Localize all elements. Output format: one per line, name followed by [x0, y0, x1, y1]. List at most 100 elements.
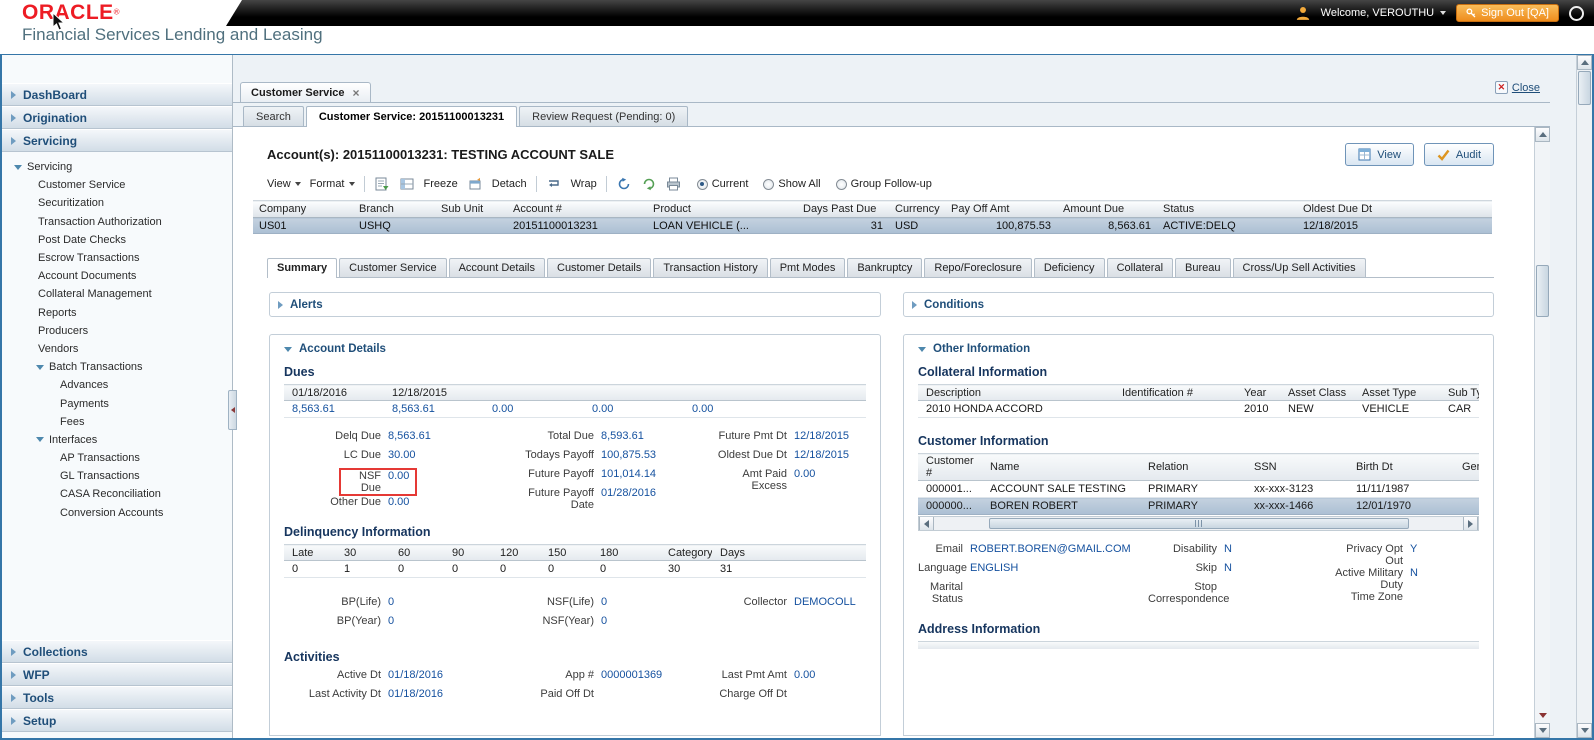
col-amount-due[interactable]: Amount Due: [1057, 200, 1157, 218]
view-button[interactable]: View: [1345, 143, 1414, 166]
radio-current[interactable]: Current: [696, 178, 748, 190]
tab-repo-foreclosure[interactable]: Repo/Foreclosure: [924, 258, 1032, 277]
radio-group-follow-up[interactable]: Group Follow-up: [835, 178, 932, 190]
col-days-past-due[interactable]: Days Past Due: [797, 200, 889, 218]
export-icon[interactable]: [374, 176, 390, 192]
tab-cross-up-sell[interactable]: Cross/Up Sell Activities: [1232, 258, 1366, 277]
scroll-right-button[interactable]: [1463, 517, 1478, 530]
scroll-down-button[interactable]: [1535, 723, 1550, 738]
sidebar-group-servicing[interactable]: Servicing: [2, 129, 232, 152]
tab-deficiency[interactable]: Deficiency: [1033, 258, 1105, 277]
sidebar-collapse-handle[interactable]: [228, 390, 237, 430]
scroll-up-button[interactable]: [1577, 55, 1592, 70]
sidebar-item-post-date-checks[interactable]: Post Date Checks: [38, 231, 232, 249]
panel-expand-marker[interactable]: [1537, 710, 1548, 721]
sidebar-item-ap-transactions[interactable]: AP Transactions: [60, 449, 232, 467]
tree-node-batch-transactions[interactable]: Batch Transactions: [36, 358, 232, 376]
sidebar-item-reports[interactable]: Reports: [38, 304, 232, 322]
col-oldest-due-dt[interactable]: Oldest Due Dt: [1297, 200, 1492, 218]
title-buttons: View Audit: [1345, 143, 1494, 166]
tab-close-icon[interactable]: ×: [353, 87, 360, 99]
audit-button[interactable]: Audit: [1423, 143, 1494, 166]
detach-label[interactable]: Detach: [492, 178, 527, 190]
scroll-left-button[interactable]: [919, 517, 934, 530]
welcome-menu[interactable]: Welcome, VEROUTHU: [1321, 7, 1447, 19]
view-menu[interactable]: View: [267, 178, 301, 190]
sidebar-group-dashboard[interactable]: DashBoard: [2, 83, 232, 106]
profile-icon[interactable]: [1569, 5, 1584, 21]
col-branch[interactable]: Branch: [353, 200, 435, 218]
tab-summary[interactable]: Summary: [267, 258, 338, 278]
customer-row-selected[interactable]: 000000... BOREN ROBERT PRIMARY xx-xxx-14…: [918, 497, 1479, 515]
chevron-right-icon: [11, 670, 16, 679]
sidebar-group-origination[interactable]: Origination: [2, 106, 232, 129]
detach-icon[interactable]: [467, 176, 483, 192]
tab-account-details[interactable]: Account Details: [448, 258, 545, 277]
col-product[interactable]: Product: [647, 200, 797, 218]
col-currency[interactable]: Currency: [889, 200, 945, 218]
sidebar-item-conversion-accounts[interactable]: Conversion Accounts: [60, 504, 232, 522]
sidebar-group-tools[interactable]: Tools: [2, 686, 232, 709]
accounts-table: Company Branch Sub Unit Account # Produc…: [253, 200, 1492, 234]
sidebar-item-transaction-authorization[interactable]: Transaction Authorization: [38, 213, 232, 231]
tree-node-interfaces[interactable]: Interfaces: [36, 431, 232, 449]
sidebar-group-collections[interactable]: Collections: [2, 640, 232, 663]
tab-customer-service[interactable]: Customer Service ×: [240, 82, 371, 102]
dues-fields: Delq Due 8,563.61 LC Due 30.00 NSF Due 0.00…: [284, 430, 866, 515]
sidebar-item-customer-service[interactable]: Customer Service: [38, 176, 232, 194]
sidebar-item-fees[interactable]: Fees: [60, 413, 232, 431]
col-status[interactable]: Status: [1157, 200, 1297, 218]
alerts-panel[interactable]: Alerts: [269, 292, 881, 317]
sidebar-item-casa-reconciliation[interactable]: CASA Reconciliation: [60, 485, 232, 503]
subtab-search[interactable]: Search: [243, 106, 304, 126]
customer-row[interactable]: 000001... ACCOUNT SALE TESTING PRIMARY x…: [918, 480, 1479, 498]
col-sub-unit[interactable]: Sub Unit: [435, 200, 507, 218]
scrollbar-thumb[interactable]: [1536, 265, 1549, 317]
other-information-header[interactable]: Other Information: [918, 343, 1479, 355]
radio-show-all[interactable]: Show All: [763, 178, 821, 190]
accounts-row-selected[interactable]: US01 USHQ 20151100013231 LOAN VEHICLE (.…: [253, 217, 1492, 234]
sidebar-item-payments[interactable]: Payments: [60, 394, 232, 412]
subtab-review-request[interactable]: Review Request (Pending: 0): [519, 106, 689, 126]
tab-customer-details[interactable]: Customer Details: [547, 258, 652, 277]
sidebar-group-wfp[interactable]: WFP: [2, 663, 232, 686]
tab-transaction-history[interactable]: Transaction History: [653, 258, 768, 277]
account-details-header[interactable]: Account Details: [284, 343, 866, 355]
sidebar-item-gl-transactions[interactable]: GL Transactions: [60, 467, 232, 485]
tab-collateral[interactable]: Collateral: [1106, 258, 1174, 277]
sidebar-item-advances[interactable]: Advances: [60, 376, 232, 394]
hscroll-thumb[interactable]: [989, 518, 1409, 529]
sidebar-item-account-documents[interactable]: Account Documents: [38, 267, 232, 285]
refresh-all-icon[interactable]: [641, 176, 657, 192]
close-button[interactable]: ✕ Close: [1494, 81, 1540, 94]
freeze-icon[interactable]: [399, 176, 415, 192]
collateral-row[interactable]: 2010 HONDA ACCORD 2010 NEW VEHICLE CAR: [918, 400, 1479, 418]
format-menu[interactable]: Format: [310, 178, 355, 190]
sidebar-item-escrow-transactions[interactable]: Escrow Transactions: [38, 249, 232, 267]
col-company[interactable]: Company: [253, 200, 353, 218]
sign-out-button[interactable]: Sign Out [QA]: [1456, 4, 1559, 22]
tab-customer-service[interactable]: Customer Service: [339, 258, 447, 277]
sidebar-item-securitization[interactable]: Securitization: [38, 194, 232, 212]
tab-pmt-modes[interactable]: Pmt Modes: [769, 258, 846, 277]
col-pay-off-amt[interactable]: Pay Off Amt: [945, 200, 1057, 218]
col-account[interactable]: Account #: [507, 200, 647, 218]
collateral-description-link[interactable]: 2010 HONDA ACCORD: [918, 400, 1114, 418]
scroll-down-button[interactable]: [1577, 723, 1592, 738]
wrap-label[interactable]: Wrap: [571, 178, 597, 190]
subtab-customer-service-account[interactable]: Customer Service: 20151100013231: [305, 106, 518, 127]
tab-bureau[interactable]: Bureau: [1175, 258, 1231, 277]
print-icon[interactable]: [666, 176, 682, 192]
wrap-icon[interactable]: [546, 176, 562, 192]
sidebar-item-vendors[interactable]: Vendors: [38, 340, 232, 358]
sidebar-item-producers[interactable]: Producers: [38, 322, 232, 340]
sidebar-item-collateral-management[interactable]: Collateral Management: [38, 285, 232, 303]
scrollbar-thumb[interactable]: [1578, 71, 1591, 105]
sidebar-group-setup[interactable]: Setup: [2, 709, 232, 732]
tab-bankruptcy[interactable]: Bankruptcy: [847, 258, 923, 277]
tree-node-servicing[interactable]: Servicing: [14, 158, 232, 176]
conditions-panel[interactable]: Conditions: [903, 292, 1494, 317]
refresh-icon[interactable]: [616, 176, 632, 192]
scroll-up-button[interactable]: [1535, 127, 1550, 142]
freeze-label[interactable]: Freeze: [424, 178, 458, 190]
